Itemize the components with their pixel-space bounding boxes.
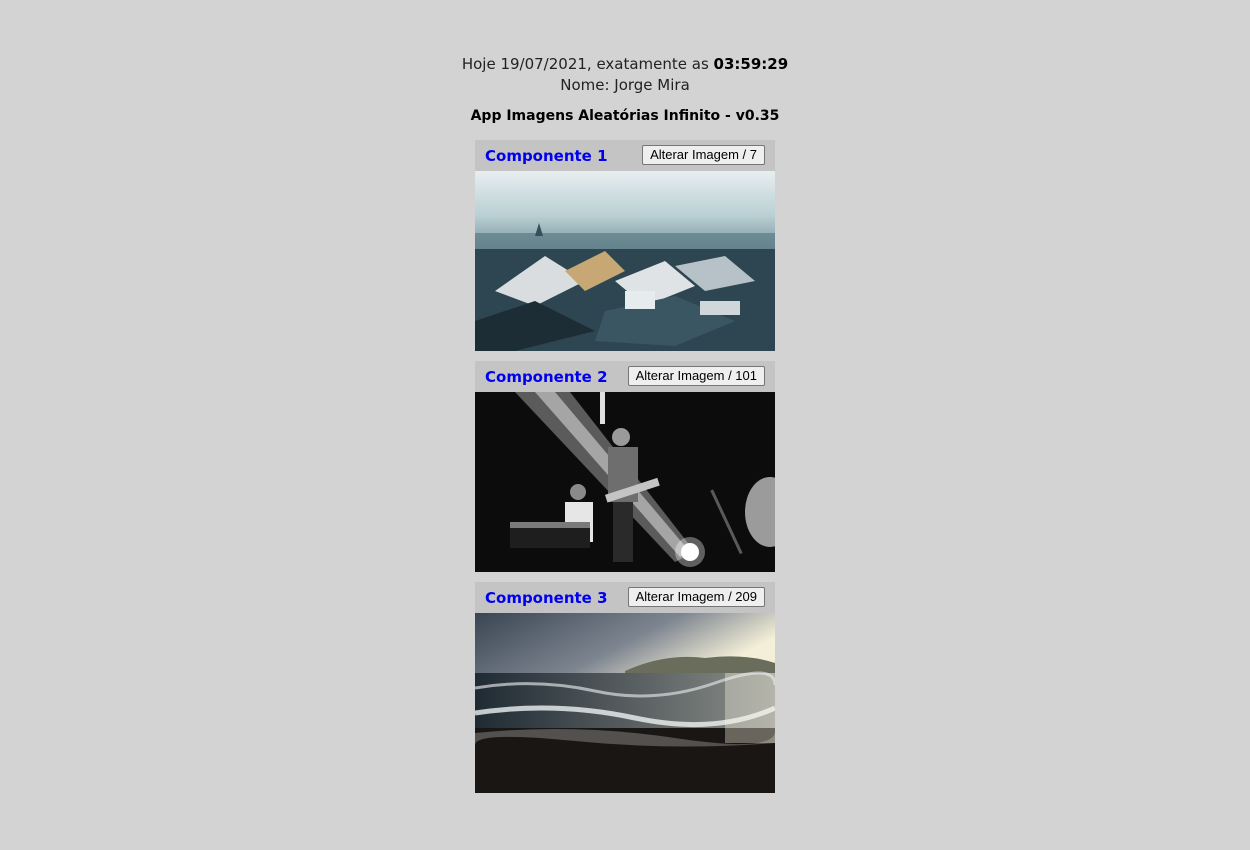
concert-musicians-bw-photo — [475, 392, 775, 572]
change-image-button-2[interactable]: Alterar Imagem / 101 — [627, 366, 765, 386]
component-header-2: Componente 2 Alterar Imagem / 101 — [475, 361, 775, 392]
component-title-3: Componente 3 — [485, 589, 608, 607]
app-title: App Imagens Aleatórias Infinito - v0.35 — [470, 108, 780, 124]
city-rooftops-snow-photo — [475, 171, 775, 351]
ocean-beach-sunset-photo — [475, 613, 775, 793]
component-title-1: Componente 1 — [485, 147, 608, 165]
component-header-3: Componente 3 Alterar Imagem / 209 — [475, 582, 775, 613]
date-text: Hoje 19/07/2021, exatamente as — [461, 55, 714, 73]
component-card-2: Componente 2 Alterar Imagem / 101 — [475, 361, 775, 572]
component-card-1: Componente 1 Alterar Imagem / 7 — [475, 140, 775, 351]
component-title-2: Componente 2 — [485, 368, 608, 386]
time-text: 03:59:29 — [713, 55, 789, 73]
header-info: Hoje 19/07/2021, exatamente as 03:59:29 … — [0, 54, 1250, 96]
change-image-button-1[interactable]: Alterar Imagem / 7 — [642, 145, 765, 165]
user-name-line: Nome: Jorge Mira — [560, 76, 690, 94]
component-header-1: Componente 1 Alterar Imagem / 7 — [475, 140, 775, 171]
component-card-3: Componente 3 Alterar Imagem / 209 — [475, 582, 775, 793]
date-time-line: Hoje 19/07/2021, exatamente as 03:59:29 — [0, 54, 1250, 75]
change-image-button-3[interactable]: Alterar Imagem / 209 — [627, 587, 765, 607]
